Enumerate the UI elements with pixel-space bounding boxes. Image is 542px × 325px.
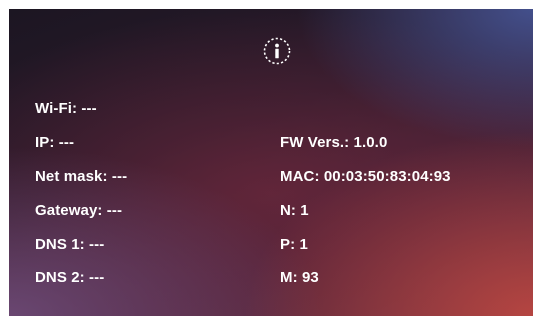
n-value: 1 — [300, 202, 309, 219]
p-label: P: — [280, 236, 300, 253]
fw-version-value: 1.0.0 — [353, 134, 388, 151]
m-value: 93 — [301, 269, 319, 286]
m-row: M: 93 — [280, 269, 319, 287]
info-icon[interactable] — [262, 36, 292, 66]
ip-row: IP: --- — [35, 134, 74, 152]
gateway-row: Gateway: --- — [35, 202, 122, 220]
network-info-screen: Wi-Fi: --- IP: --- Net mask: --- Gateway… — [9, 9, 533, 316]
n-label: N: — [280, 202, 301, 219]
p-value: 1 — [299, 236, 308, 253]
ip-label: IP: — [35, 134, 59, 151]
mac-value: 00:03:50:83:04:93 — [323, 168, 451, 185]
p-row: P: 1 — [280, 236, 308, 254]
dns2-label: DNS 2: — [35, 269, 90, 286]
wifi-row: Wi-Fi: --- — [35, 100, 97, 118]
net-mask-label: Net mask: — [35, 168, 112, 185]
gateway-value: --- — [106, 202, 123, 219]
fw-version-row: FW Vers.: 1.0.0 — [280, 134, 387, 152]
m-label: M: — [280, 269, 302, 286]
net-mask-row: Net mask: --- — [35, 168, 127, 186]
n-row: N: 1 — [280, 202, 309, 220]
ip-value: --- — [58, 134, 75, 151]
dns2-value: --- — [89, 269, 105, 286]
dns1-label: DNS 1: — [35, 236, 90, 253]
dns1-row: DNS 1: --- — [35, 236, 104, 254]
wifi-label: Wi-Fi: — [35, 100, 82, 117]
dns1-value: --- — [89, 236, 105, 253]
mac-row: MAC: 00:03:50:83:04:93 — [280, 168, 451, 186]
mac-label: MAC: — [280, 168, 324, 185]
dns2-row: DNS 2: --- — [35, 269, 104, 287]
fw-version-label: FW Vers.: — [280, 134, 354, 151]
gateway-label: Gateway: — [35, 202, 107, 219]
net-mask-value: --- — [111, 168, 128, 185]
wifi-value: --- — [81, 100, 97, 117]
